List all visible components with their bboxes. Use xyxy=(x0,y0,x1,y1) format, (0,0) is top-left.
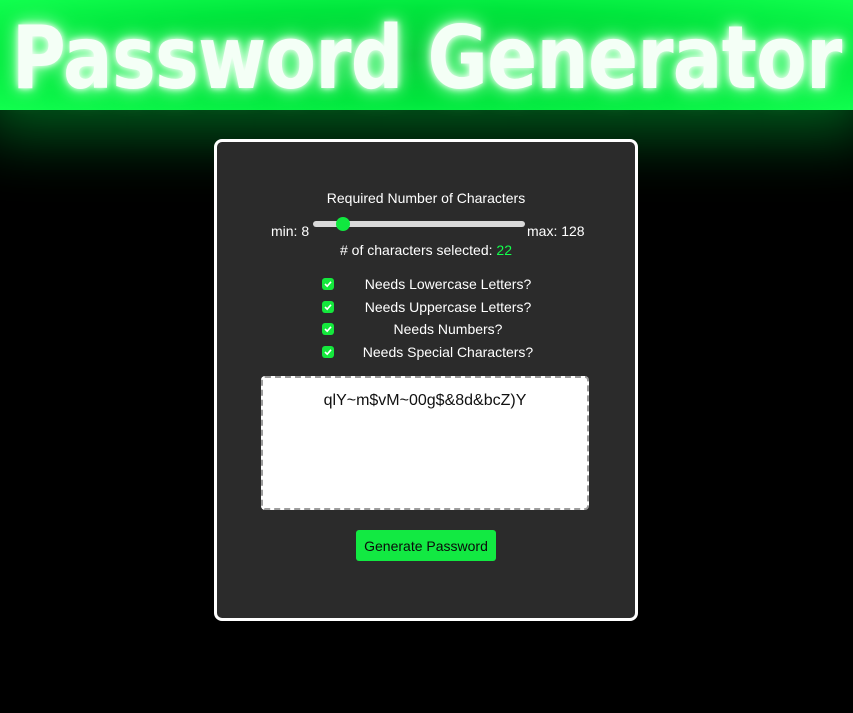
uppercase-checkbox[interactable] xyxy=(322,300,334,313)
generator-card: Required Number of Characters min: 8 max… xyxy=(214,139,638,621)
generate-password-button[interactable]: Generate Password xyxy=(356,530,496,561)
characters-selected-text: # of characters selected: 22 xyxy=(217,242,635,258)
checkmark-icon xyxy=(324,303,332,310)
length-slider[interactable] xyxy=(313,217,525,231)
characters-selected-label: # of characters selected: xyxy=(340,242,493,258)
special-checkbox[interactable] xyxy=(322,345,334,358)
options-list: Needs Lowercase Letters? Needs Uppercase… xyxy=(317,276,537,366)
password-output[interactable]: qlY~m$vM~00g$&8d&bcZ)Y xyxy=(261,376,589,510)
characters-selected-count: 22 xyxy=(496,242,512,258)
checkmark-icon xyxy=(324,348,332,355)
lowercase-checkbox[interactable] xyxy=(322,278,334,290)
checkmark-icon xyxy=(324,281,332,288)
numbers-checkbox[interactable] xyxy=(322,323,334,335)
option-special[interactable]: Needs Special Characters? xyxy=(317,344,537,367)
page: Password Generator Required Number of Ch… xyxy=(0,0,853,713)
page-title: Password Generator xyxy=(11,8,843,110)
slider-thumb[interactable] xyxy=(336,217,351,231)
lowercase-label: Needs Lowercase Letters? xyxy=(364,276,532,292)
uppercase-label: Needs Uppercase Letters? xyxy=(364,298,532,315)
header-banner: Password Generator xyxy=(0,0,853,110)
option-uppercase[interactable]: Needs Uppercase Letters? xyxy=(317,299,537,322)
option-lowercase[interactable]: Needs Lowercase Letters? xyxy=(317,276,537,299)
option-numbers[interactable]: Needs Numbers? xyxy=(317,321,537,344)
numbers-label: Needs Numbers? xyxy=(393,321,503,337)
special-label: Needs Special Characters? xyxy=(362,343,534,360)
required-characters-label: Required Number of Characters xyxy=(326,190,526,206)
slider-min-label: min: 8 xyxy=(271,223,310,239)
length-slider-row: min: 8 max: 128 xyxy=(271,217,591,240)
slider-max-label: max: 128 xyxy=(527,223,585,239)
checkmark-icon xyxy=(324,326,332,333)
